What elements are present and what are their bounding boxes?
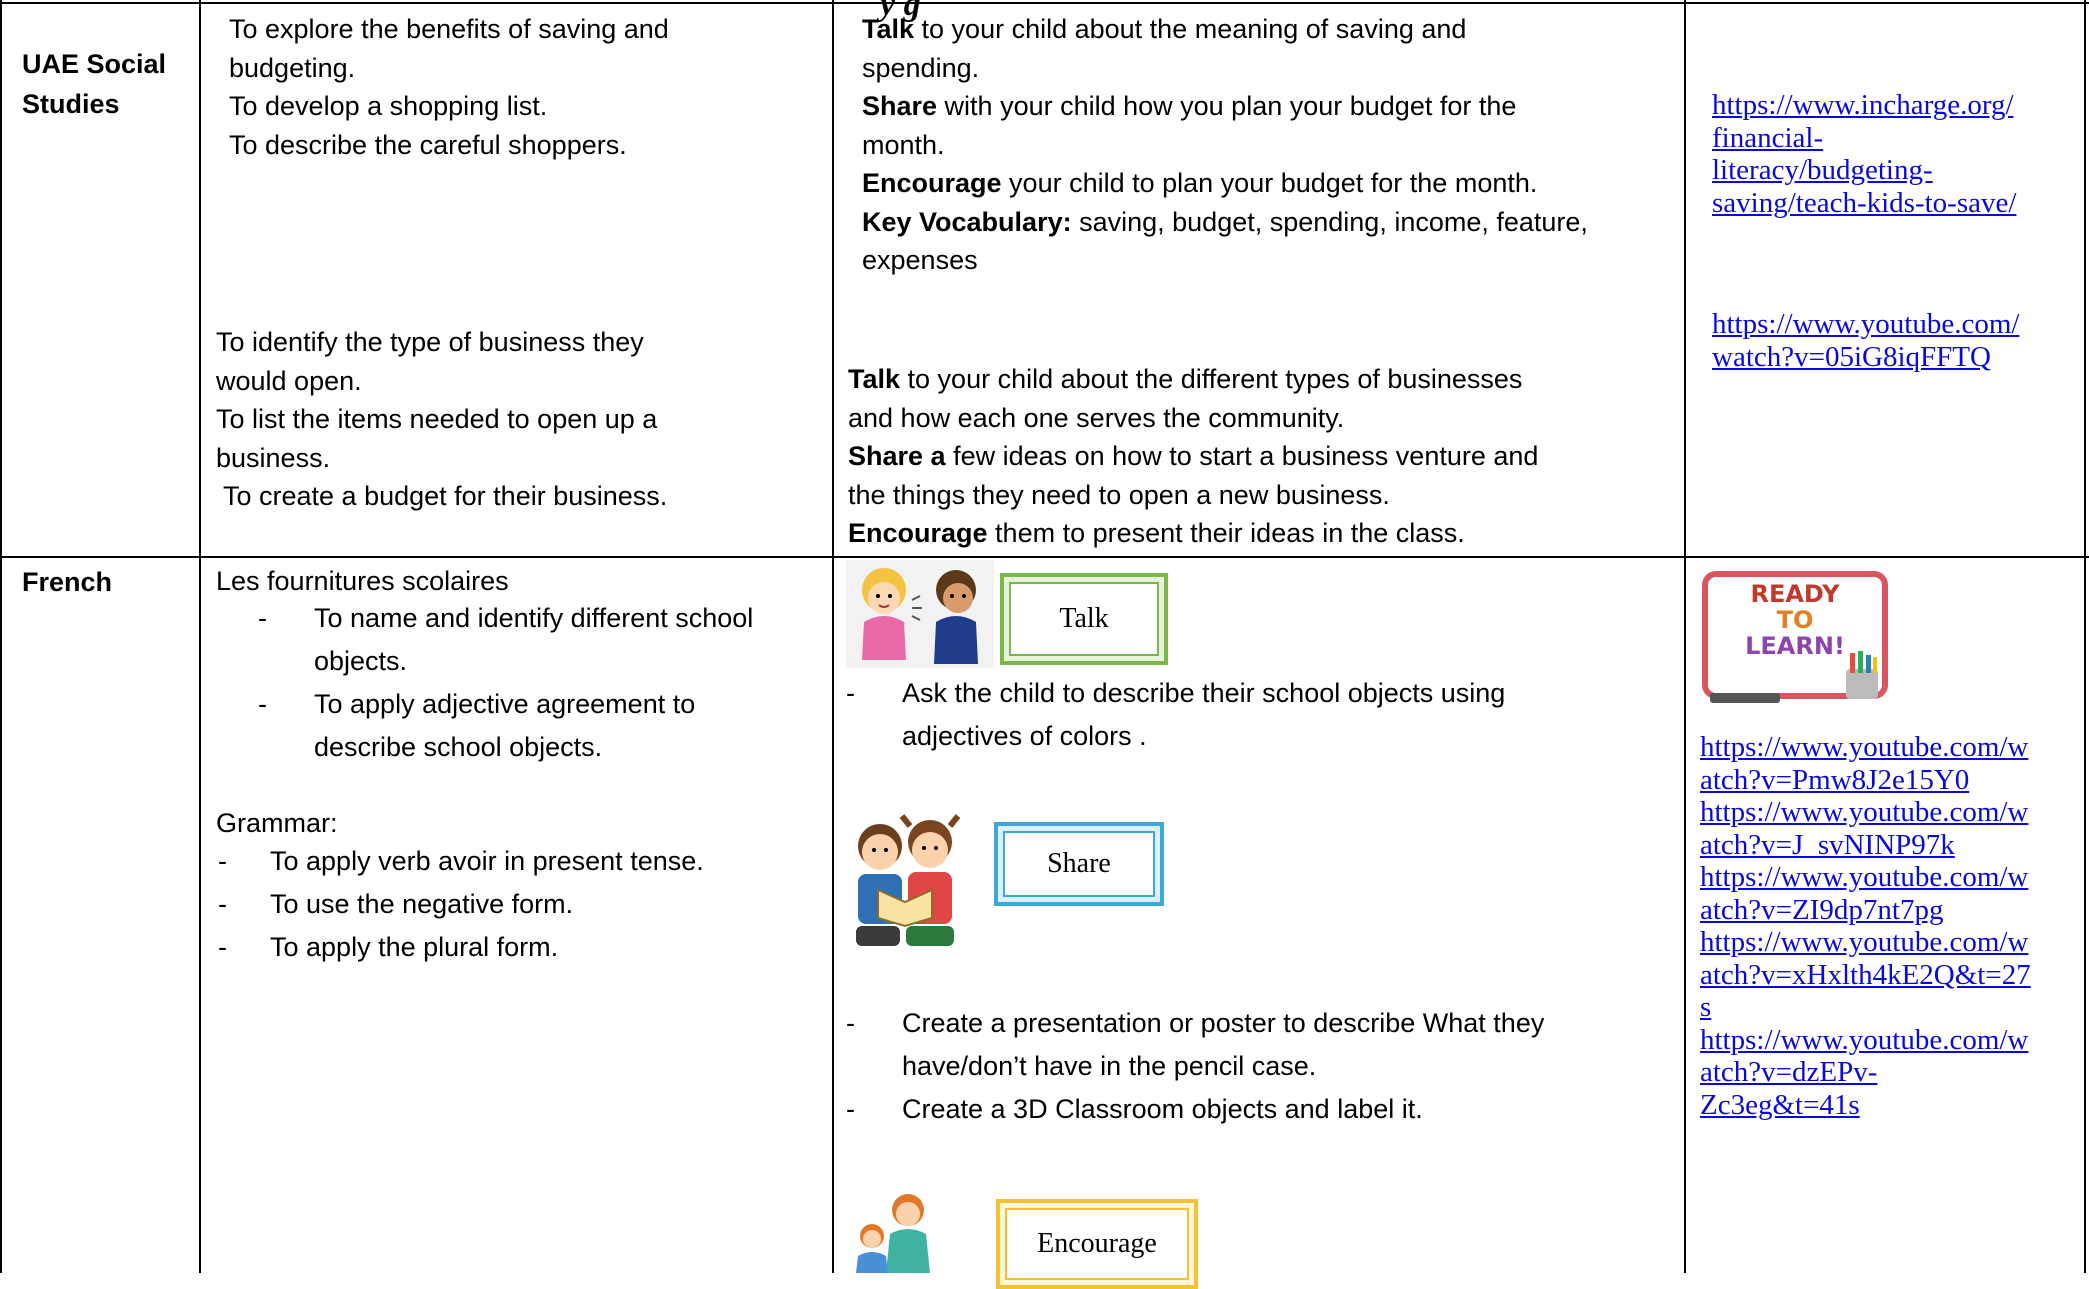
ready-to-learn-board: READY TO LEARN! <box>1698 571 1892 703</box>
objective-line: To explore the benefits of saving and <box>229 14 669 44</box>
social-activities-a: Talk to your child about the meaning of … <box>862 10 1588 280</box>
curriculum-table: y g UAE Social Studies To explore the be… <box>0 0 2089 1289</box>
french-topic: Les fournitures scolaires <box>216 566 509 596</box>
objective-line: To name and identify different school <box>314 603 754 633</box>
activity-text: your child to plan your budget for the m… <box>1001 168 1538 198</box>
table-border-top <box>0 2 2089 4</box>
objective-line: To identify the type of business they <box>216 327 644 357</box>
talk-frame: Talk <box>1000 573 1168 665</box>
parent-child-icon <box>856 1194 930 1273</box>
youtube-link[interactable]: https://www.youtube.com/w <box>1700 1024 2031 1057</box>
activity-item: Create a 3D Classroom objects and label … <box>902 1094 1423 1124</box>
subject-uae-social-studies: UAE Social Studies <box>22 49 167 119</box>
column-divider-3 <box>1684 0 1686 1273</box>
board-text: READY TO LEARN! <box>1698 581 1892 659</box>
activity-text: to your child about the different types … <box>900 364 1523 394</box>
objective-line: To develop a shopping list. <box>229 91 548 121</box>
encourage-keyword: Encourage <box>848 518 988 548</box>
link-text[interactable]: financial- <box>1712 122 2016 155</box>
objective-line: would open. <box>216 365 362 396</box>
link-text[interactable]: saving/teach-kids-to-save/ <box>1712 187 2016 220</box>
youtube-link[interactable]: atch?v=xHxlth4kE2Q&t=27 <box>1700 959 2031 992</box>
activity-item: Create a presentation or poster to descr… <box>902 1008 1545 1038</box>
children-talking-icon <box>846 560 994 668</box>
objective-line: To describe the careful shoppers. <box>229 129 627 160</box>
grammar-item: To use the negative form. <box>270 889 574 919</box>
column-divider-1 <box>199 0 201 1273</box>
objective-line: To list the items needed to open up a <box>216 404 658 434</box>
french-objectives: - To name and identify different school o… <box>258 603 754 762</box>
objective-line: objects. <box>314 646 408 676</box>
board-word: TO <box>1776 606 1814 634</box>
french-resource-links: https://www.youtube.com/w atch?v=Pmw8J2e… <box>1700 731 2031 1121</box>
activity-text: the things they need to open a new busin… <box>848 479 1390 510</box>
row-divider <box>0 556 2089 558</box>
youtube-link[interactable]: https://www.youtube.com/w <box>1700 926 2031 959</box>
board-eraser-icon <box>1710 693 1780 703</box>
share-keyword: Share a <box>848 441 946 471</box>
youtube-link[interactable]: atch?v=J_svNINP97k <box>1700 829 2031 862</box>
talk-activities: - Ask the child to describe their school … <box>846 678 1506 751</box>
table-border-left <box>0 0 2 1273</box>
column-divider-2 <box>832 0 834 1273</box>
youtube-link[interactable]: https://www.youtube.com/w <box>1700 796 2031 829</box>
grammar-item: To apply verb avoir in present tense. <box>270 846 704 876</box>
objective-line: To apply adjective agreement to <box>314 689 696 719</box>
talk-keyword: Talk <box>862 14 915 44</box>
activity-item: adjectives of colors . <box>902 721 1147 751</box>
share-activities: - Create a presentation or poster to desc… <box>846 1008 1545 1124</box>
activity-text: month. <box>862 129 945 160</box>
youtube-link[interactable]: atch?v=ZI9dp7nt7pg <box>1700 894 2031 927</box>
talk-keyword: Talk <box>848 364 901 394</box>
link-text[interactable]: https://www.incharge.org/ <box>1712 89 2016 122</box>
children-reading-icon <box>856 814 961 946</box>
activity-text: them to present their ideas in the class… <box>987 518 1465 548</box>
social-activities-b: Talk to your child about the different t… <box>848 360 1538 553</box>
youtube-link[interactable]: s <box>1700 991 2031 1024</box>
activity-text: spending. <box>862 52 980 83</box>
vocabulary-label: Key Vocabulary: <box>862 206 1072 237</box>
youtube-link[interactable]: atch?v=dzEPv- <box>1700 1056 2031 1089</box>
link-text[interactable]: https://www.youtube.com/ <box>1712 308 2019 341</box>
share-frame: Share <box>994 822 1164 906</box>
objective-line: budgeting. <box>229 52 356 83</box>
marker-cup-icon <box>1846 651 1878 699</box>
social-objectives-b: To identify the type of business they wo… <box>216 323 667 516</box>
board-word: READY <box>1750 580 1840 608</box>
table-border-right <box>2084 0 2086 1273</box>
resource-link-youtube[interactable]: https://www.youtube.com/ watch?v=05iG8iq… <box>1712 308 2019 373</box>
french-grammar-list: - To apply verb avoir in present tense. -… <box>218 846 704 962</box>
grammar-label: Grammar: <box>216 808 338 838</box>
objective-line: describe school objects. <box>314 732 603 762</box>
encourage-frame: Encourage <box>996 1199 1198 1289</box>
social-objectives-a: To explore the benefits of saving and bu… <box>229 10 669 164</box>
link-text[interactable]: watch?v=05iG8iqFFTQ <box>1712 341 2019 374</box>
share-keyword: Share <box>862 91 938 121</box>
grammar-item: To apply the plural form. <box>270 932 559 962</box>
activity-text: with your child how you plan your budget… <box>937 91 1517 121</box>
youtube-link[interactable]: Zc3eg&t=41s <box>1700 1089 2031 1122</box>
activity-item: Ask the child to describe their school o… <box>902 678 1506 708</box>
youtube-link[interactable]: atch?v=Pmw8J2e15Y0 <box>1700 764 2031 797</box>
link-text[interactable]: literacy/budgeting- <box>1712 154 2016 187</box>
youtube-link[interactable]: https://www.youtube.com/w <box>1700 731 2031 764</box>
youtube-link[interactable]: https://www.youtube.com/w <box>1700 861 2031 894</box>
vocabulary-text: expenses <box>862 245 978 275</box>
activity-text: and how each one serves the community. <box>848 402 1345 433</box>
activity-text: to your child about the meaning of savin… <box>914 14 1467 44</box>
objective-line: To create a budget for their business. <box>223 481 668 511</box>
encourage-keyword: Encourage <box>862 168 1002 198</box>
activity-item: have/don’t have in the pencil case. <box>902 1051 1317 1081</box>
activity-text: few ideas on how to start a business ven… <box>945 441 1539 471</box>
objective-line: business. <box>216 442 331 473</box>
vocabulary-text: saving, budget, spending, income, featur… <box>1071 206 1588 237</box>
resource-link-incharge[interactable]: https://www.incharge.org/ financial- lit… <box>1712 89 2016 219</box>
subject-french: French <box>22 567 113 597</box>
